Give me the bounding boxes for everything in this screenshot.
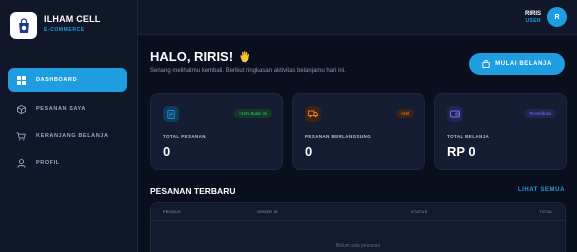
sidebar-item-profil[interactable]: PROFIL: [8, 152, 127, 174]
stat-value: 0: [163, 144, 171, 159]
sidebar-item-label: PESANAN SAYA: [36, 106, 86, 112]
column-header-product: PRODUK: [163, 210, 182, 214]
stat-badge: +12% Bulan Ini: [233, 109, 272, 118]
cart-icon: [16, 131, 26, 141]
brand-name: ILHAM CELL: [44, 14, 101, 24]
column-header-total: TOTAL: [539, 210, 553, 214]
shopping-bag-logo-icon: [10, 12, 37, 39]
greeting-text: HALO, RIRIS!: [150, 49, 234, 64]
waving-hand-icon: [239, 50, 250, 63]
recent-orders-table: PRODUK ORDER ID STATUS TOTAL Belum ada p…: [150, 202, 566, 252]
stat-badge: Aktif: [395, 109, 414, 118]
box-icon: [16, 104, 26, 114]
page-subtitle: Senang melihatmu kembali. Berikut ringka…: [150, 68, 346, 74]
column-header-status: STATUS: [411, 210, 428, 214]
main-content: HALO, RIRIS! Senang melihatmu kembali. B…: [138, 35, 577, 252]
sidebar-item-pesanan-saya[interactable]: PESANAN SAYA: [8, 98, 127, 120]
table-header: PRODUK ORDER ID STATUS TOTAL: [151, 203, 565, 221]
avatar[interactable]: R: [547, 7, 567, 27]
sidebar: ILHAM CELL E-COMMERCE DASHBOARD PESANAN …: [0, 0, 138, 252]
dashboard-grid-icon: [16, 75, 26, 85]
user-menu[interactable]: RIRIS USER R: [525, 7, 567, 27]
page-title: HALO, RIRIS!: [150, 49, 250, 64]
stat-label: PESANAN BERLANGSUNG: [305, 134, 372, 139]
column-header-order-id: ORDER ID: [257, 210, 278, 214]
truck-icon: [305, 106, 321, 122]
sidebar-item-keranjang-belanja[interactable]: KERANJANG BELANJA: [8, 125, 127, 147]
stat-value: 0: [305, 144, 313, 159]
stat-badge: Terverifikasi: [523, 109, 556, 118]
empty-state: Belum ada pesanan: [335, 243, 381, 249]
view-all-link[interactable]: LIHAT SEMUA: [518, 187, 565, 193]
stat-label: TOTAL BELANJA: [447, 134, 490, 139]
brand[interactable]: ILHAM CELL E-COMMERCE: [10, 12, 101, 39]
brand-subtitle: E-COMMERCE: [44, 27, 85, 33]
shopping-bag-icon: [482, 60, 490, 68]
stat-card-total-spending[interactable]: Terverifikasi TOTAL BELANJA RP 0: [434, 93, 567, 170]
user-role: USER: [525, 18, 541, 24]
recent-orders-title: PESANAN TERBARU: [150, 186, 236, 196]
sidebar-item-label: DASHBOARD: [36, 77, 78, 83]
start-shopping-label: MULAI BELANJA: [495, 61, 552, 67]
stat-card-total-orders[interactable]: +12% Bulan Ini TOTAL PESANAN 0: [150, 93, 283, 170]
wallet-icon: [447, 106, 463, 122]
start-shopping-button[interactable]: MULAI BELANJA: [469, 53, 565, 75]
sidebar-item-label: KERANJANG BELANJA: [36, 133, 109, 139]
user-name: RIRIS: [524, 11, 541, 17]
receipt-icon: [163, 106, 179, 122]
stat-value: RP 0: [447, 144, 476, 159]
topbar: RIRIS USER R: [138, 0, 577, 35]
stat-label: TOTAL PESANAN: [163, 134, 206, 139]
sidebar-item-label: PROFIL: [36, 160, 60, 166]
sidebar-nav: DASHBOARD PESANAN SAYA KERANJANG BELANJA: [0, 68, 138, 174]
stat-card-ongoing-orders[interactable]: Aktif PESANAN BERLANGSUNG 0: [292, 93, 425, 170]
sidebar-item-dashboard[interactable]: DASHBOARD: [8, 68, 127, 92]
user-icon: [16, 158, 26, 168]
